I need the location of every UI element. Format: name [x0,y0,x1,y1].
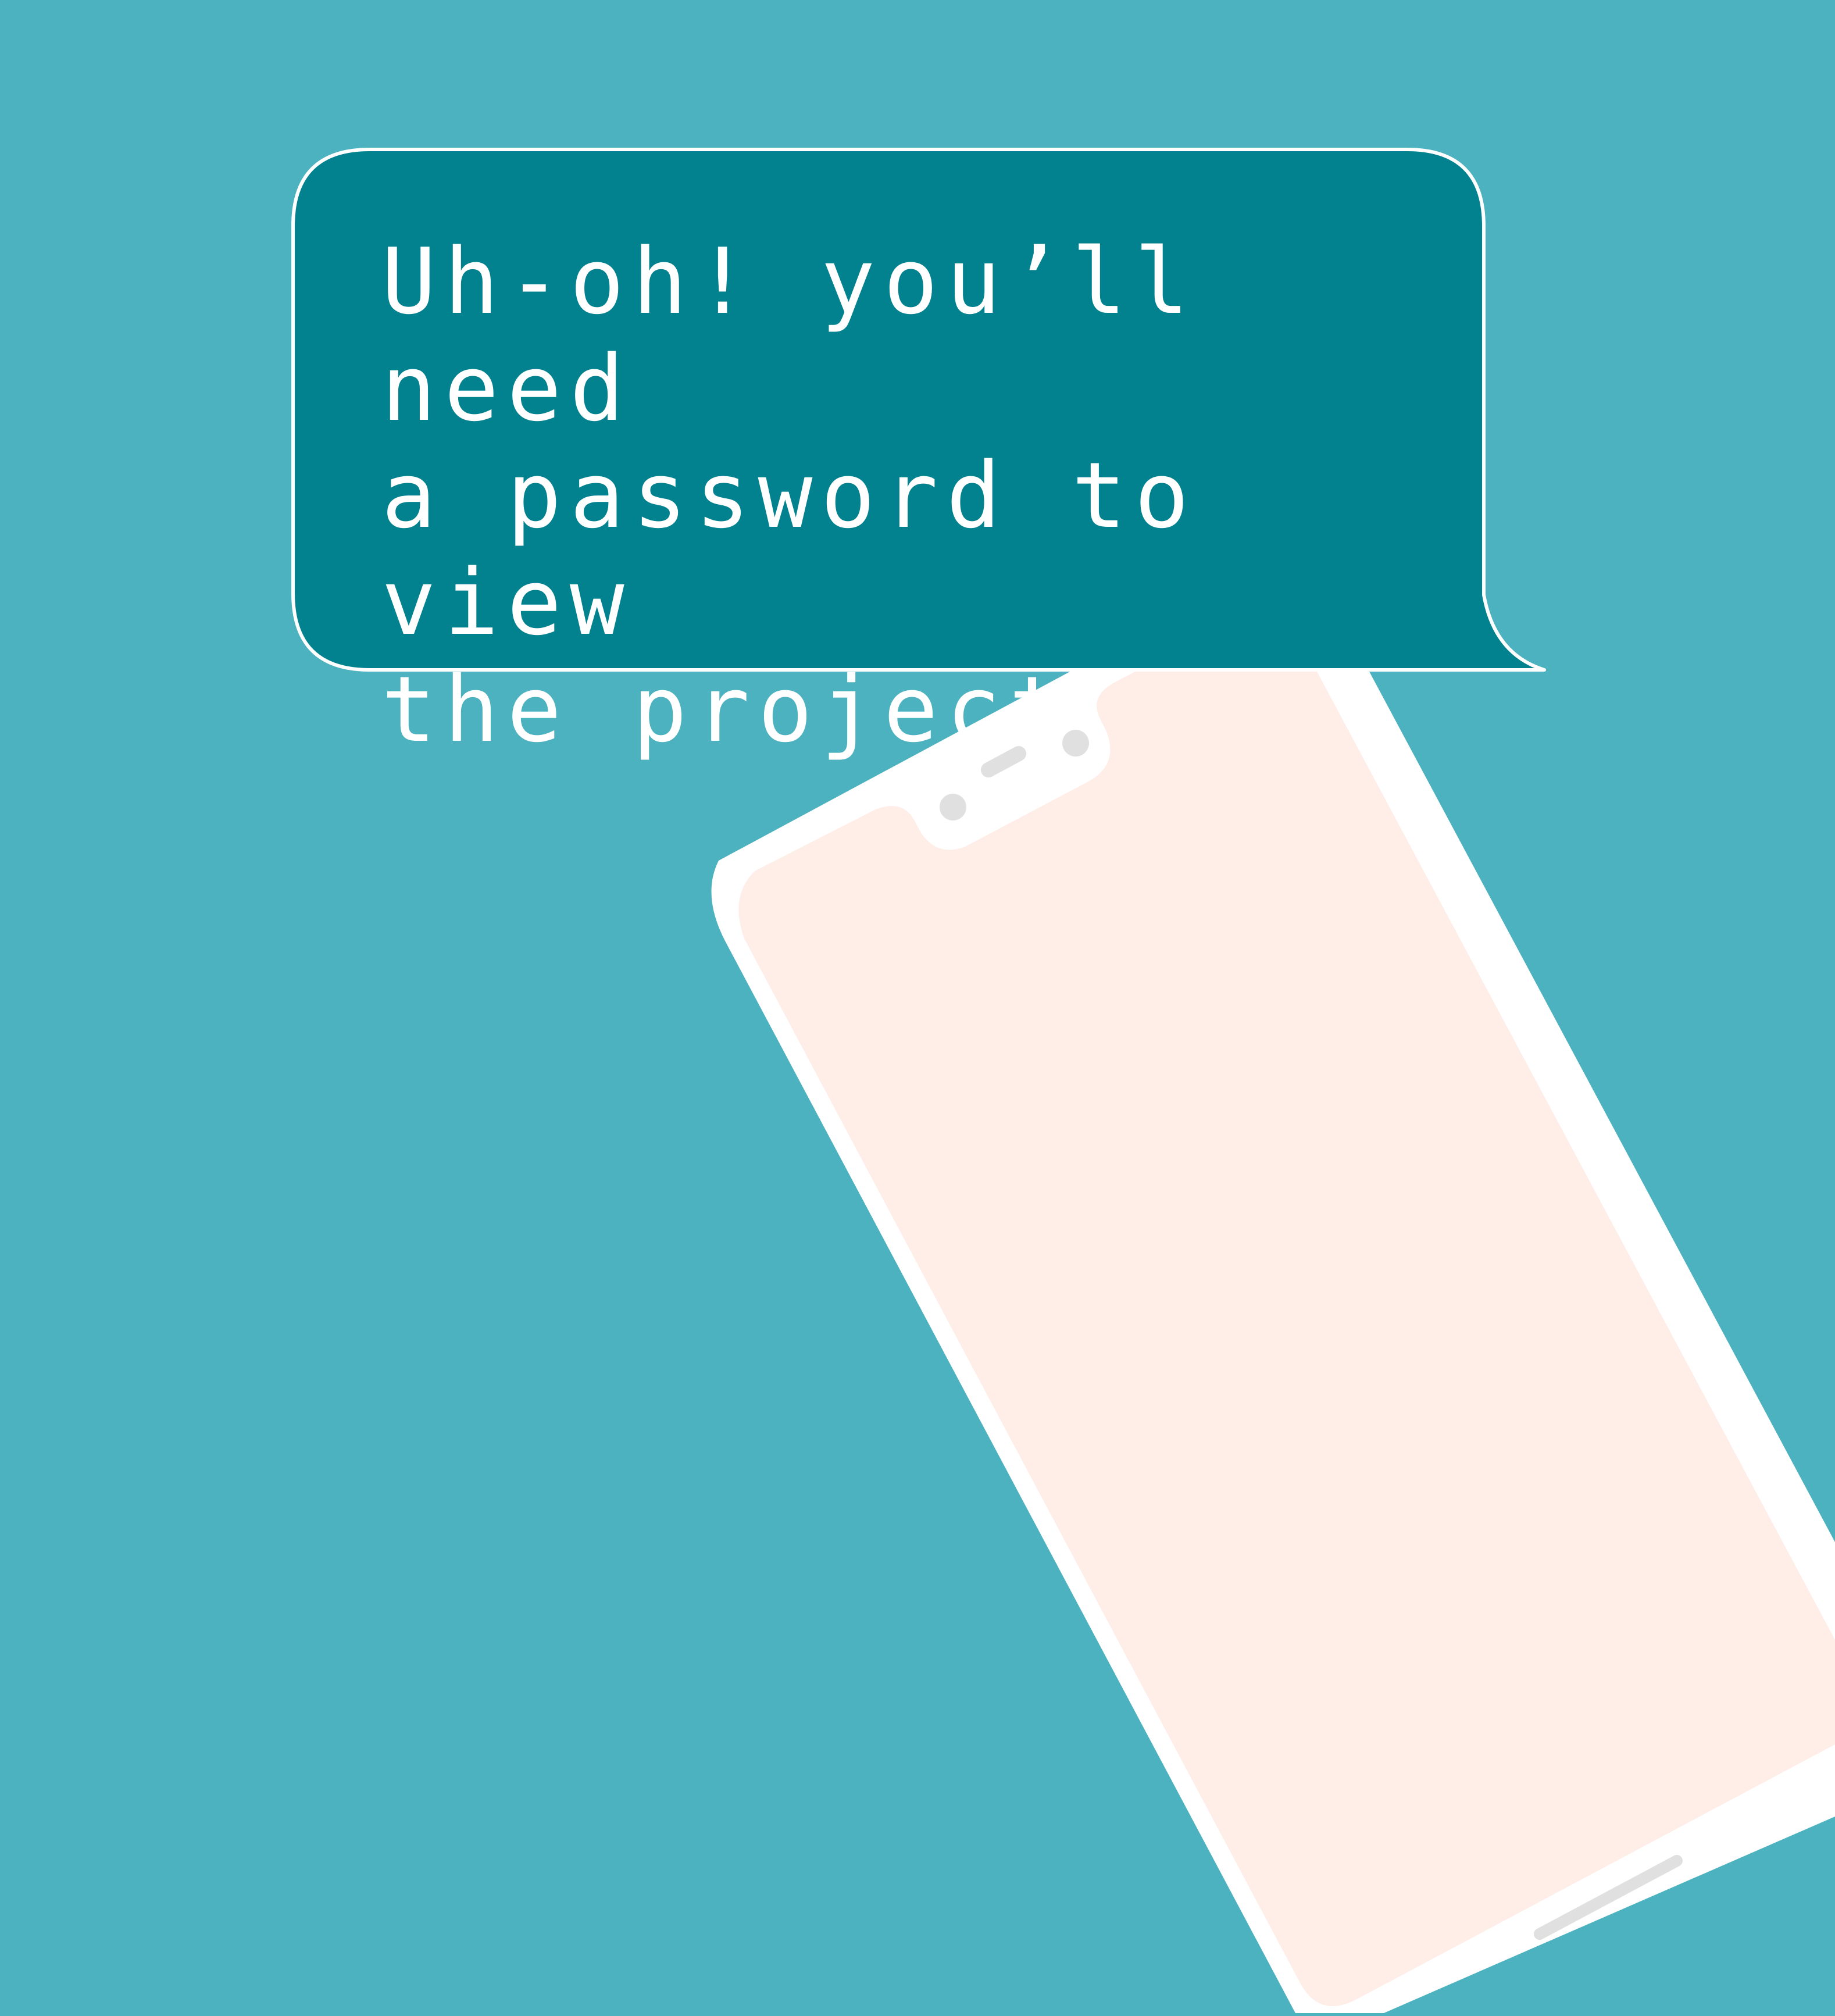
illustration-scene: Uh-oh! you’ll need a password to view th… [0,0,1835,2013]
message-text: Uh-oh! you’ll need a password to view th… [381,228,1486,763]
smartphone-illustration [712,547,1835,2013]
front-camera-icon [940,794,966,820]
